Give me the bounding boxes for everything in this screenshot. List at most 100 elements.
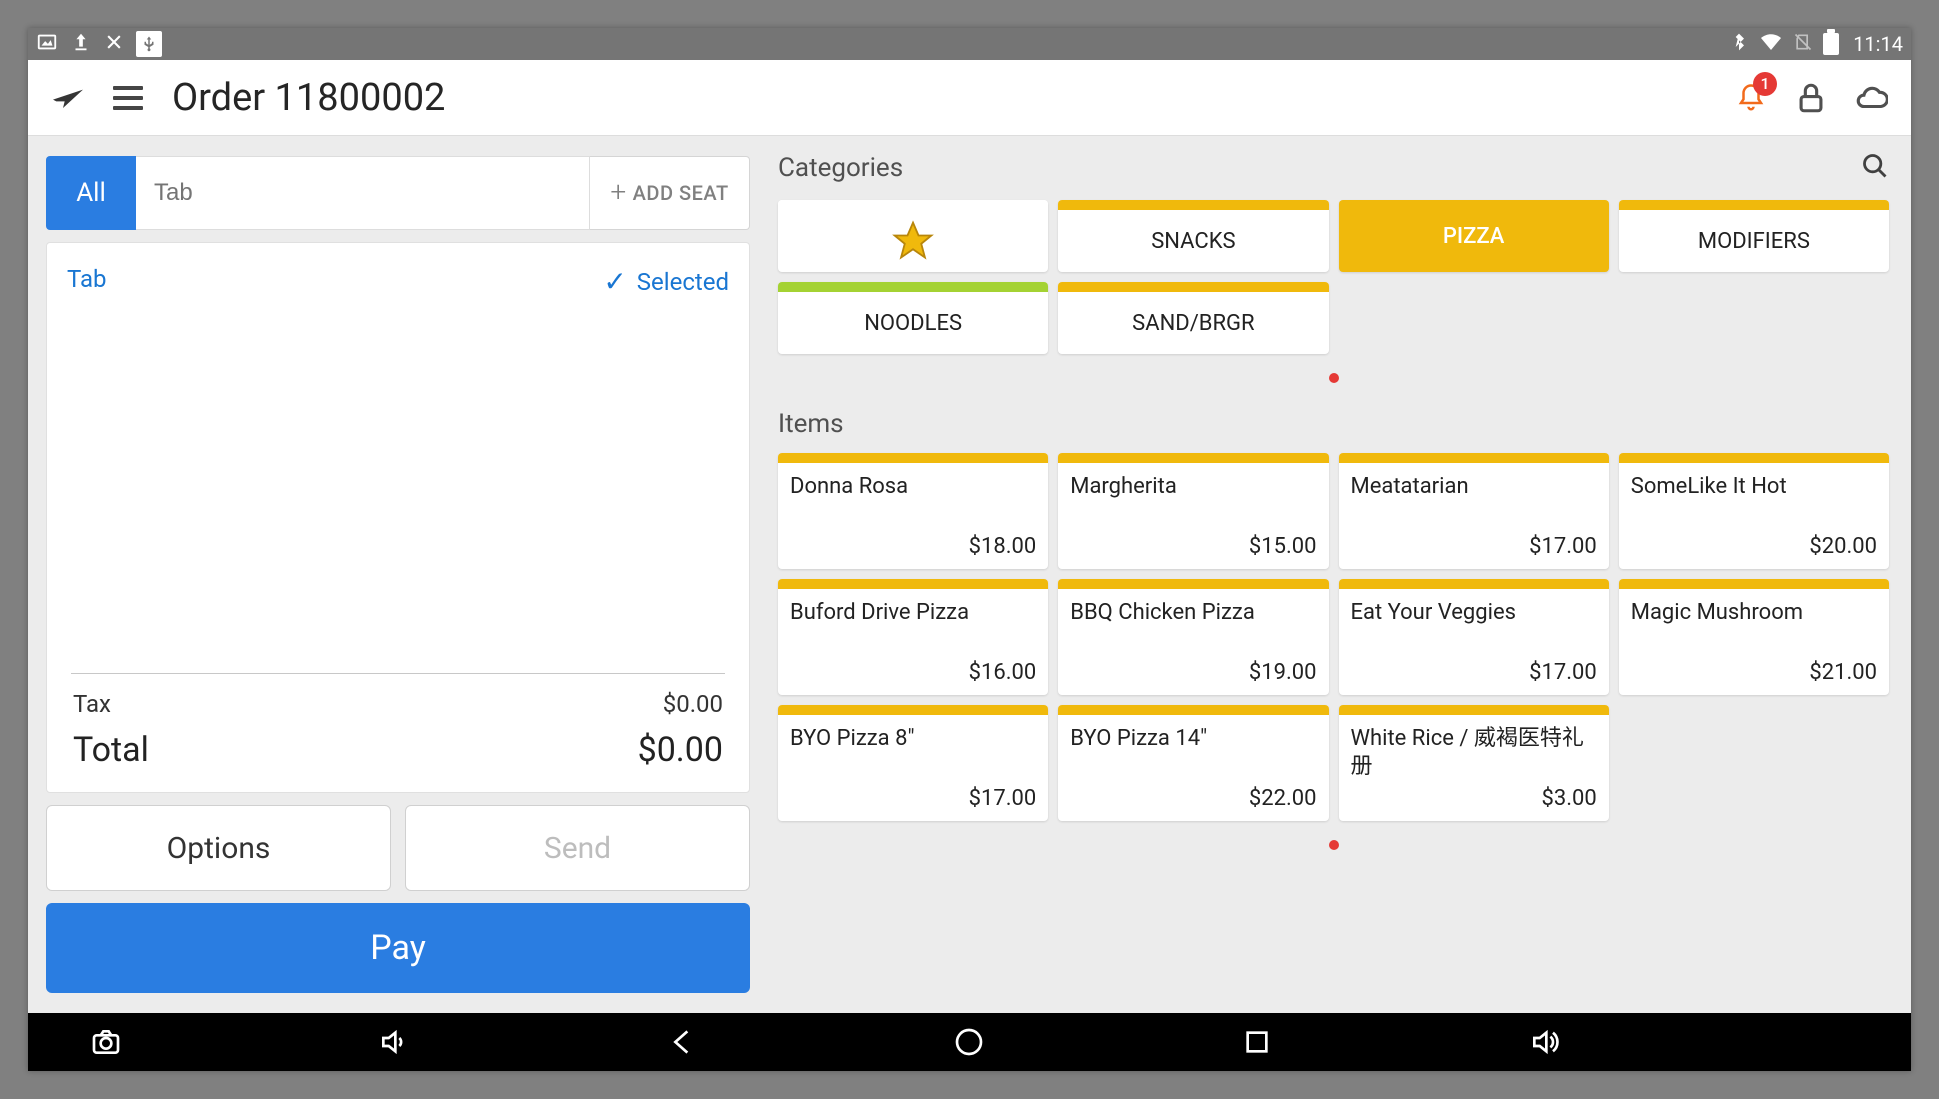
category-pagination [778, 368, 1889, 387]
item-name: BYO Pizza 14" [1070, 725, 1316, 753]
add-seat-label: ADD SEAT [633, 181, 729, 205]
back-button[interactable] [48, 78, 88, 118]
order-card: Tab ✓ Selected Tax $0.00 Total $ [46, 242, 750, 793]
tab-label[interactable]: Tab [67, 265, 107, 298]
items-title: Items [778, 409, 1889, 439]
total-label: Total [73, 730, 149, 770]
camera-icon[interactable] [88, 1024, 124, 1060]
selected-indicator[interactable]: ✓ Selected [603, 265, 729, 298]
item-card[interactable]: BYO Pizza 8" $17.00 [778, 705, 1048, 821]
all-tab[interactable]: All [46, 156, 136, 230]
no-sim-icon [1793, 32, 1813, 57]
item-price: $17.00 [790, 786, 1036, 811]
item-card[interactable]: Eat Your Veggies $17.00 [1339, 579, 1609, 695]
item-card[interactable]: White Rice / 威褐医特礼册 $3.00 [1339, 705, 1609, 821]
menu-button[interactable] [108, 78, 148, 118]
items-pagination [778, 835, 1889, 854]
selected-label: Selected [637, 268, 729, 296]
item-name: Eat Your Veggies [1351, 599, 1597, 627]
item-name: Margherita [1070, 473, 1316, 501]
item-price: $17.00 [1351, 660, 1597, 685]
item-price: $15.00 [1070, 534, 1316, 559]
item-stripe [778, 705, 1048, 715]
category-label: PIZZA [1339, 200, 1609, 272]
item-name: Magic Mushroom [1631, 599, 1877, 627]
close-thin-icon [104, 32, 124, 57]
category-label: SNACKS [1058, 210, 1328, 272]
item-price: $19.00 [1070, 660, 1316, 685]
item-stripe [1339, 705, 1609, 715]
category-stripe [1619, 200, 1889, 210]
tax-label: Tax [73, 690, 111, 718]
item-name: Buford Drive Pizza [790, 599, 1036, 627]
category-card-pizza[interactable]: PIZZA [1339, 200, 1609, 272]
options-button[interactable]: Options [46, 805, 391, 891]
item-price: $18.00 [790, 534, 1036, 559]
category-label: NOODLES [778, 292, 1048, 354]
category-stripe [1058, 282, 1328, 292]
item-price: $16.00 [790, 660, 1036, 685]
item-stripe [1058, 453, 1328, 463]
divider [71, 673, 725, 674]
item-price: $22.00 [1070, 786, 1316, 811]
image-icon [36, 31, 58, 58]
notifications-button[interactable]: 1 [1731, 78, 1771, 118]
add-seat-button[interactable]: + ADD SEAT [590, 156, 750, 230]
category-stripe [778, 200, 1048, 210]
check-icon: ✓ [603, 265, 626, 298]
category-card-favorites[interactable] [778, 200, 1048, 272]
category-card-noodles[interactable]: NOODLES [778, 282, 1048, 354]
pay-button[interactable]: Pay [46, 903, 750, 993]
nav-back-icon[interactable] [664, 1024, 700, 1060]
upload-icon [70, 31, 92, 58]
item-card[interactable]: SomeLike It Hot $20.00 [1619, 453, 1889, 569]
item-card[interactable]: BBQ Chicken Pizza $19.00 [1058, 579, 1328, 695]
item-price: $21.00 [1631, 660, 1877, 685]
item-stripe [1619, 579, 1889, 589]
category-card-modifiers[interactable]: MODIFIERS [1619, 200, 1889, 272]
item-card[interactable]: Meatatarian$17.00 [1339, 453, 1609, 569]
cloud-button[interactable] [1851, 78, 1891, 118]
search-button[interactable] [1861, 152, 1889, 184]
item-card[interactable]: BYO Pizza 14" $22.00 [1058, 705, 1328, 821]
wifi-icon [1759, 30, 1783, 59]
tab-name-input[interactable] [136, 156, 590, 230]
page-title: Order 11800002 [172, 76, 445, 120]
categories-title: Categories [778, 153, 903, 183]
volume-up-icon[interactable] [1527, 1024, 1563, 1060]
clock-time: 11:14 [1853, 32, 1903, 56]
item-name: White Rice / 威褐医特礼册 [1351, 725, 1597, 780]
item-name: BBQ Chicken Pizza [1070, 599, 1316, 627]
plus-icon: + [610, 178, 626, 206]
category-card-snacks[interactable]: SNACKS [1058, 200, 1328, 272]
nav-recent-icon[interactable] [1239, 1024, 1275, 1060]
item-stripe [1619, 453, 1889, 463]
category-stripe [778, 282, 1048, 292]
item-card[interactable]: Margherita $15.00 [1058, 453, 1328, 569]
item-stripe [778, 579, 1048, 589]
lock-button[interactable] [1791, 78, 1831, 118]
send-button[interactable]: Send [405, 805, 750, 891]
item-card[interactable]: Buford Drive Pizza $16.00 [778, 579, 1048, 695]
category-stripe [1058, 200, 1328, 210]
item-name: SomeLike It Hot [1631, 473, 1877, 501]
item-stripe [1058, 579, 1328, 589]
android-status-bar: 11:14 [28, 28, 1911, 60]
bluetooth-icon [1729, 32, 1749, 57]
category-label: MODIFIERS [1619, 210, 1889, 272]
item-price: $3.00 [1351, 786, 1597, 811]
star-icon [891, 219, 935, 263]
item-name: BYO Pizza 8" [790, 725, 1036, 753]
item-card[interactable]: Donna Rosa$18.00 [778, 453, 1048, 569]
item-card[interactable]: Magic Mushroom $21.00 [1619, 579, 1889, 695]
nav-home-icon[interactable] [951, 1024, 987, 1060]
android-nav-bar [28, 1013, 1911, 1071]
category-card-sand-brgr[interactable]: SAND/BRGR [1058, 282, 1328, 354]
item-price: $20.00 [1631, 534, 1877, 559]
item-stripe [1339, 579, 1609, 589]
battery-icon [1823, 33, 1839, 55]
volume-down-icon[interactable] [376, 1024, 412, 1060]
item-stripe [778, 453, 1048, 463]
item-stripe [1058, 705, 1328, 715]
item-stripe [1339, 453, 1609, 463]
